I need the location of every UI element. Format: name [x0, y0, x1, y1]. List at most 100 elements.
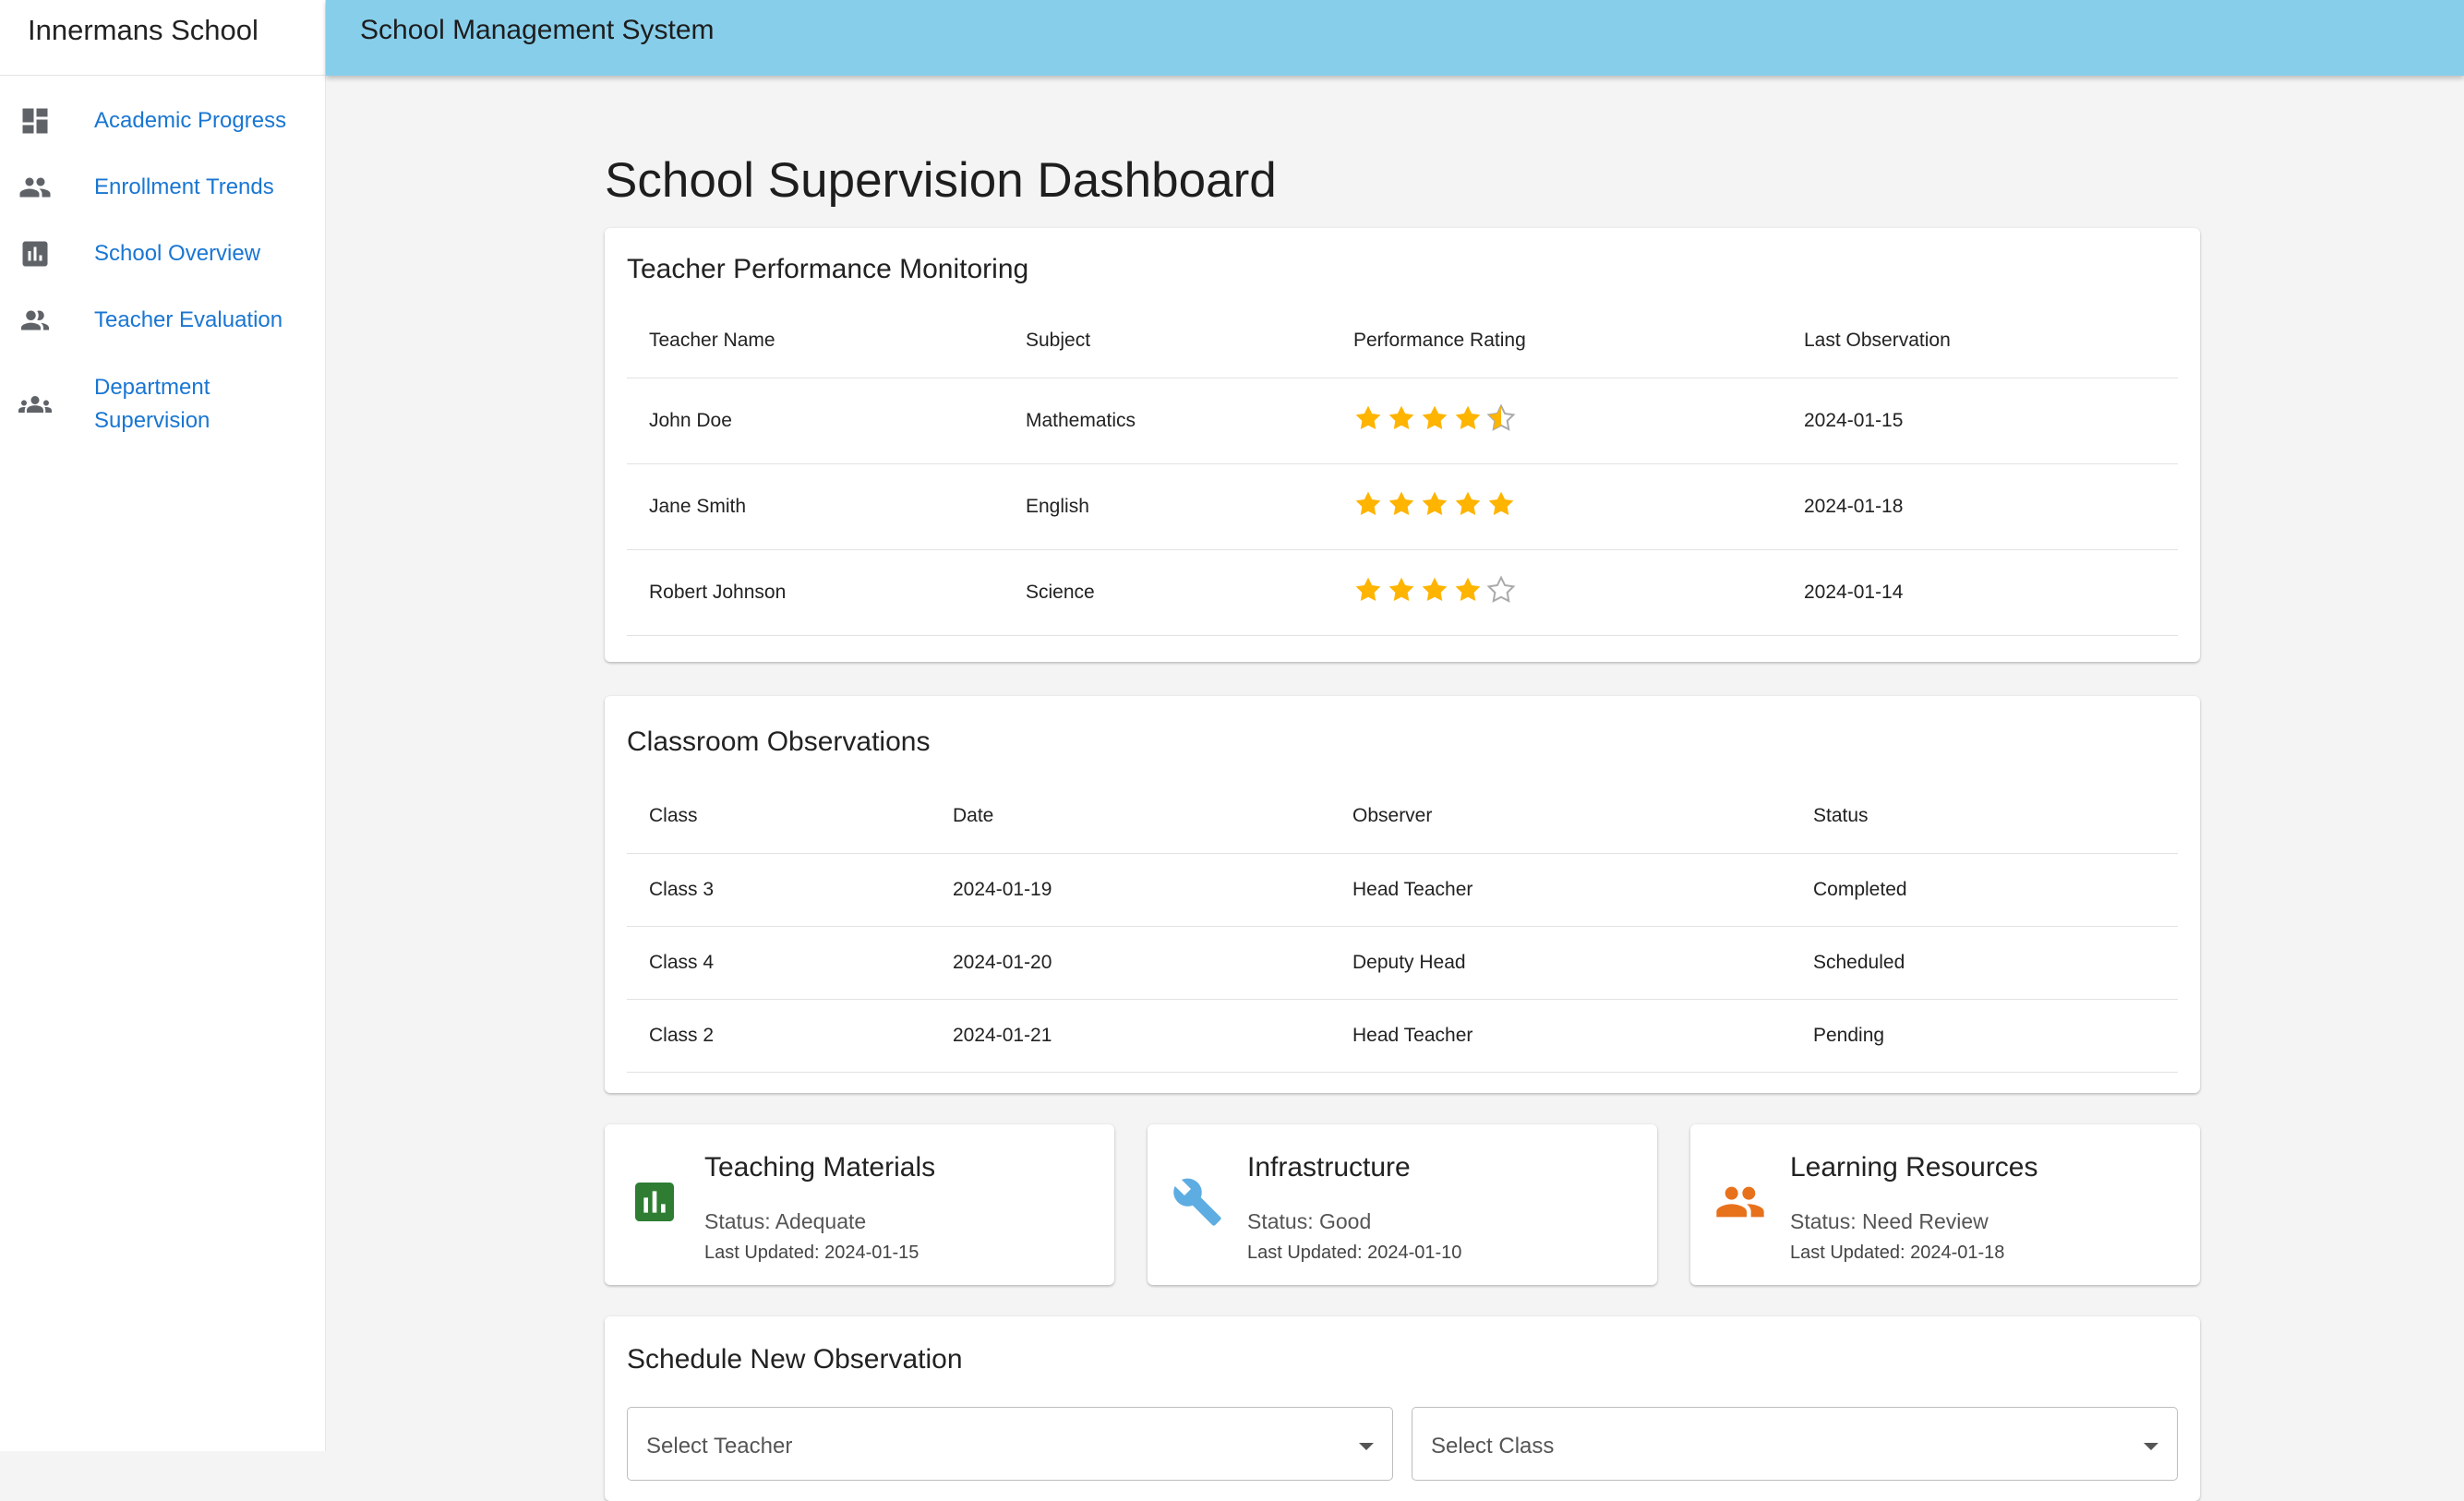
- table-header-row: Class Date Observer Status: [627, 779, 2178, 854]
- people-icon: [1714, 1176, 1766, 1228]
- observer-cell: Head Teacher: [1330, 853, 1791, 927]
- page-title: School Supervision Dashboard: [605, 153, 1277, 208]
- star-icon: [1387, 575, 1416, 610]
- dropdown-arrow-icon: [2144, 1443, 2158, 1450]
- sidebar-item-enrollment-trends[interactable]: Enrollment Trends: [0, 171, 274, 204]
- date-cell: 2024-01-20: [931, 926, 1330, 1000]
- column-header: Observer: [1330, 779, 1791, 854]
- resource-name: Infrastructure: [1247, 1152, 1411, 1183]
- sidebar-item-label: Teacher Evaluation: [94, 307, 283, 332]
- last-observation-cell: 2024-01-14: [1782, 549, 2178, 636]
- star-icon: [1486, 489, 1516, 524]
- teacher-name-cell: John Doe: [627, 378, 1004, 464]
- observer-cell: Head Teacher: [1330, 999, 1791, 1073]
- class-cell: Class 4: [627, 926, 931, 1000]
- resource-status: Status: Good: [1247, 1209, 1372, 1233]
- card-title: Schedule New Observation: [627, 1344, 963, 1375]
- sidebar-item-label: Enrollment Trends: [94, 174, 274, 199]
- resource-updated: Last Updated: 2024-01-10: [1247, 1243, 1462, 1263]
- navigation-drawer: Innermans School Academic Progress Enrol…: [0, 0, 326, 1451]
- person-group-icon: [18, 304, 52, 337]
- column-header: Class: [627, 779, 931, 854]
- star-icon: [1420, 403, 1449, 438]
- school-name: Innermans School: [0, 0, 325, 76]
- sidebar-item-department-supervision[interactable]: Department Supervision: [0, 371, 210, 438]
- half-star-icon: [1486, 402, 1516, 438]
- column-header: Performance Rating: [1331, 304, 1782, 378]
- last-observation-cell: 2024-01-15: [1782, 378, 2178, 464]
- resource-updated: Last Updated: 2024-01-15: [704, 1243, 919, 1263]
- star-icon: [1387, 403, 1416, 438]
- classroom-observations-table: Class Date Observer Status Class 3 2024-…: [627, 779, 2178, 1073]
- table-header-row: Teacher Name Subject Performance Rating …: [627, 304, 2178, 378]
- resource-card-teaching-materials: Teaching Materials Status: Adequate Last…: [605, 1124, 1114, 1285]
- people-icon: [18, 171, 52, 204]
- date-cell: 2024-01-21: [931, 999, 1330, 1073]
- wrench-icon: [1172, 1176, 1223, 1228]
- table-row: Class 4 2024-01-20 Deputy Head Scheduled: [627, 926, 2178, 1000]
- subject-cell: English: [1004, 463, 1331, 550]
- class-cell: Class 3: [627, 853, 931, 927]
- rating-cell: [1331, 378, 1782, 464]
- last-observation-cell: 2024-01-18: [1782, 463, 2178, 550]
- sidebar-item-label: Academic Progress: [94, 108, 287, 133]
- rating-cell: [1331, 463, 1782, 550]
- observer-cell: Deputy Head: [1330, 926, 1791, 1000]
- schedule-observation-card: Schedule New Observation Select Teacher …: [605, 1316, 2200, 1501]
- star-icon: [1353, 403, 1383, 438]
- classroom-observations-card: Classroom Observations Class Date Observ…: [605, 696, 2200, 1093]
- star-icon: [1387, 489, 1416, 524]
- app-title: School Management System: [360, 15, 715, 45]
- star-icon: [1453, 403, 1483, 438]
- sidebar-item-academic-progress[interactable]: Academic Progress: [0, 104, 286, 138]
- table-row: Jane Smith English 2024-01-18: [627, 463, 2178, 550]
- resource-name: Learning Resources: [1790, 1152, 2038, 1183]
- star-icon: [1420, 489, 1449, 524]
- resource-cards: Teaching Materials Status: Adequate Last…: [605, 1124, 2200, 1285]
- resource-updated: Last Updated: 2024-01-18: [1790, 1243, 2005, 1263]
- select-class-dropdown[interactable]: Select Class: [1412, 1407, 2178, 1481]
- teacher-name-cell: Robert Johnson: [627, 549, 1004, 636]
- status-cell: Completed: [1791, 853, 2178, 927]
- subject-cell: Mathematics: [1004, 378, 1331, 464]
- star-icon: [1353, 489, 1383, 524]
- sidebar-item-label: School Overview: [94, 241, 261, 266]
- table-row: Class 2 2024-01-21 Head Teacher Pending: [627, 999, 2178, 1073]
- sidebar-item-teacher-evaluation[interactable]: Teacher Evaluation: [0, 304, 282, 337]
- bar-chart-icon: [18, 237, 52, 270]
- subject-cell: Science: [1004, 549, 1331, 636]
- status-cell: Pending: [1791, 999, 2178, 1073]
- column-header: Subject: [1004, 304, 1331, 378]
- column-header: Teacher Name: [627, 304, 1004, 378]
- star-rating: [1353, 574, 1782, 610]
- table-row: John Doe Mathematics 2024-01-15: [627, 378, 2178, 464]
- groups-icon: [18, 388, 52, 421]
- dashboard-icon: [18, 104, 52, 138]
- table-row: Robert Johnson Science 2024-01-14: [627, 549, 2178, 636]
- main-content: School Supervision Dashboard Teacher Per…: [605, 148, 2200, 1501]
- sidebar-item-label: Department Supervision: [94, 375, 210, 433]
- app-bar: School Management System: [326, 0, 2464, 76]
- card-title: Teacher Performance Monitoring: [627, 254, 1029, 284]
- resource-card-infrastructure: Infrastructure Status: Good Last Updated…: [1148, 1124, 1657, 1285]
- column-header: Date: [931, 779, 1330, 854]
- resource-card-learning-resources: Learning Resources Status: Need Review L…: [1690, 1124, 2200, 1285]
- card-title: Classroom Observations: [627, 726, 931, 757]
- star-icon: [1453, 575, 1483, 610]
- resource-status: Status: Adequate: [704, 1209, 867, 1233]
- resource-name: Teaching Materials: [704, 1152, 936, 1183]
- select-class-placeholder: Select Class: [1431, 1434, 1555, 1459]
- teacher-name-cell: Jane Smith: [627, 463, 1004, 550]
- date-cell: 2024-01-19: [931, 853, 1330, 927]
- teacher-performance-card: Teacher Performance Monitoring Teacher N…: [605, 228, 2200, 662]
- resource-status: Status: Need Review: [1790, 1209, 1989, 1233]
- table-row: Class 3 2024-01-19 Head Teacher Complete…: [627, 853, 2178, 927]
- star-rating: [1353, 489, 1782, 524]
- select-teacher-placeholder: Select Teacher: [646, 1434, 793, 1459]
- star-icon: [1353, 575, 1383, 610]
- class-cell: Class 2: [627, 999, 931, 1073]
- dropdown-arrow-icon: [1359, 1443, 1374, 1450]
- sidebar-item-school-overview[interactable]: School Overview: [0, 237, 260, 270]
- star-icon: [1420, 575, 1449, 610]
- select-teacher-dropdown[interactable]: Select Teacher: [627, 1407, 1393, 1481]
